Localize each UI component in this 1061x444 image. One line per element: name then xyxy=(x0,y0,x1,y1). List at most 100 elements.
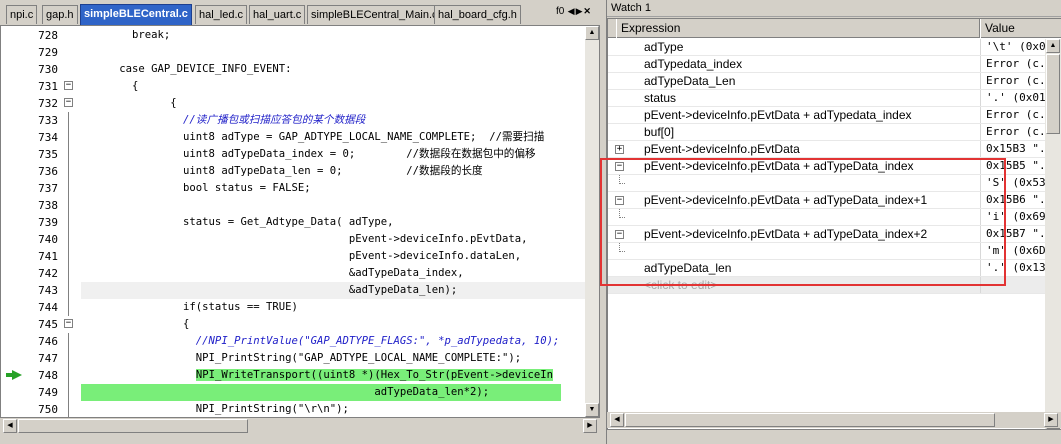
code-line[interactable]: case GAP_DEVICE_INFO_EVENT: xyxy=(81,61,291,78)
gutter-row[interactable]: 749 xyxy=(1,384,79,401)
close-tab-icon[interactable]: ✕ xyxy=(583,6,591,17)
watch-horizontal-thumb[interactable] xyxy=(625,413,995,427)
code-line[interactable]: NPI_WriteTransport((uint8 *)(Hex_To_Str(… xyxy=(81,367,553,384)
watch-grid[interactable]: Expression Value adType '\t' (0x0 adTypeda… xyxy=(607,18,1061,430)
code-line[interactable]: if(status == TRUE) xyxy=(81,299,298,316)
scroll-left-icon[interactable]: ◀ xyxy=(3,419,17,433)
code-line[interactable]: { xyxy=(81,316,189,333)
expand-icon[interactable]: + xyxy=(615,145,624,154)
gutter-row[interactable]: 741 xyxy=(1,248,79,265)
gutter-row[interactable]: 729 xyxy=(1,44,79,61)
tab-gap-h[interactable]: gap.h xyxy=(42,5,78,24)
gutter-row[interactable]: 748 xyxy=(1,367,79,384)
gutter-row[interactable]: 737 xyxy=(1,180,79,197)
editor-vertical-scrollbar[interactable]: ▲ ▼ xyxy=(585,26,599,417)
watch-scroll-right-icon[interactable]: ▶ xyxy=(1044,413,1058,427)
code-line[interactable]: &adTypeData_index, xyxy=(81,265,464,282)
watch-row[interactable]: adTypeData_len '.' (0x13 xyxy=(608,260,1061,277)
code-line[interactable]: &adTypeData_len); xyxy=(81,282,457,299)
code-line[interactable]: { xyxy=(81,95,176,112)
gutter-row[interactable]: 750 xyxy=(1,401,79,417)
code-line[interactable]: uint8 adTypeData_index = 0; //数据段在数据包中的偏… xyxy=(81,146,536,163)
gutter-row[interactable]: 738 xyxy=(1,197,79,214)
tab-scroll-left-icon[interactable]: ◀ xyxy=(567,6,575,17)
collapse-fold-icon[interactable]: − xyxy=(64,319,73,328)
function-list-button[interactable]: f0 xyxy=(556,6,564,17)
watch-value: Error (c. xyxy=(986,74,1046,87)
gutter-row[interactable]: 747 xyxy=(1,350,79,367)
code-line[interactable]: uint8 adTypeData_len = 0; //数据段的长度 xyxy=(81,163,483,180)
watch-vertical-thumb[interactable] xyxy=(1046,54,1060,134)
gutter-row[interactable]: 733 xyxy=(1,112,79,129)
collapse-fold-icon[interactable]: − xyxy=(64,81,73,90)
tab-hal-board-cfg-h[interactable]: hal_board_cfg.h xyxy=(434,5,521,24)
watch-row[interactable]: 'S' (0x53 xyxy=(608,175,1061,192)
gutter-row[interactable]: 744 xyxy=(1,299,79,316)
watch-row[interactable]: adType '\t' (0x0 xyxy=(608,39,1061,56)
gutter-row[interactable]: 735 xyxy=(1,146,79,163)
watch-row[interactable]: − pEvent->deviceInfo.pEvtData + adTypeDat… xyxy=(608,226,1061,243)
gutter-row[interactable]: 743 xyxy=(1,282,79,299)
code-line[interactable]: { xyxy=(81,78,138,95)
column-header-expression[interactable]: Expression xyxy=(616,19,980,38)
collapse-icon[interactable]: − xyxy=(615,196,624,205)
watch-row[interactable]: − pEvent->deviceInfo.pEvtData + adTypeDat… xyxy=(608,192,1061,209)
code-line[interactable]: break; xyxy=(81,27,170,44)
gutter-row[interactable]: 732− xyxy=(1,95,79,112)
code-line[interactable]: pEvent->deviceInfo.dataLen, xyxy=(81,248,521,265)
collapse-icon[interactable]: − xyxy=(615,230,624,239)
gutter-row[interactable]: 740 xyxy=(1,231,79,248)
watch-row[interactable]: − pEvent->deviceInfo.pEvtData + adTypeDat… xyxy=(608,158,1061,175)
tab-simpleblecentral-c[interactable]: simpleBLECentral.c xyxy=(80,4,192,25)
watch-row[interactable]: adTypeData_Len Error (c. xyxy=(608,73,1061,90)
watch-row[interactable]: pEvent->deviceInfo.pEvtData + adTypedata… xyxy=(608,107,1061,124)
code-view[interactable]: 728 729 730 731−732−733 734 735 736 737 738 739 74… xyxy=(0,25,600,418)
gutter-row[interactable]: 728 xyxy=(1,27,79,44)
line-number-gutter[interactable]: 728 729 730 731−732−733 734 735 736 737 738 739 74… xyxy=(1,26,79,417)
code-line[interactable]: pEvent->deviceInfo.pEvtData, xyxy=(81,231,528,248)
code-line[interactable]: NPI_PrintString("\r\n"); xyxy=(81,401,349,417)
code-line[interactable]: //NPI_PrintValue("GAP_ADTYPE_FLAGS:", *p… xyxy=(81,333,560,350)
fold-guide-line xyxy=(68,129,69,146)
gutter-row[interactable]: 746 xyxy=(1,333,79,350)
tab-hal-uart-c[interactable]: hal_uart.c xyxy=(249,5,306,24)
editor-horizontal-scrollbar[interactable]: ◀ ▶ xyxy=(0,418,600,434)
click-to-edit-placeholder[interactable]: <click to edit> xyxy=(644,277,717,294)
gutter-row[interactable]: 734 xyxy=(1,129,79,146)
collapse-fold-icon[interactable]: − xyxy=(64,98,73,107)
tab-npi-c[interactable]: npi.c xyxy=(6,5,38,24)
watch-row[interactable]: + pEvent->deviceInfo.pEvtData 0x15B3 ". xyxy=(608,141,1061,158)
tab-scroll-right-icon[interactable]: ▶ xyxy=(575,6,583,17)
code-line[interactable]: uint8 adType = GAP_ADTYPE_LOCAL_NAME_COM… xyxy=(81,129,544,146)
horizontal-scroll-thumb[interactable] xyxy=(18,419,248,433)
gutter-row[interactable]: 730 xyxy=(1,61,79,78)
watch-horizontal-scrollbar[interactable]: ◀ ▶ xyxy=(607,412,1061,428)
watch-row[interactable]: status '.' (0x01 xyxy=(608,90,1061,107)
scroll-up-icon[interactable]: ▲ xyxy=(585,26,599,40)
watch-row[interactable]: adTypedata_index Error (c. xyxy=(608,56,1061,73)
code-line[interactable]: bool status = FALSE; xyxy=(81,180,311,197)
tab-hal-led-c[interactable]: hal_led.c xyxy=(195,5,248,24)
watch-add-row[interactable]: <click to edit> xyxy=(608,277,1061,294)
column-header-value[interactable]: Value xyxy=(980,19,1061,38)
gutter-row[interactable]: 745− xyxy=(1,316,79,333)
watch-scroll-left-icon[interactable]: ◀ xyxy=(610,413,624,427)
gutter-row[interactable]: 736 xyxy=(1,163,79,180)
gutter-row[interactable]: 731− xyxy=(1,78,79,95)
scroll-right-icon[interactable]: ▶ xyxy=(583,419,597,433)
watch-row[interactable]: buf[0] Error (c. xyxy=(608,124,1061,141)
code-line[interactable]: adTypeData_len*2); xyxy=(81,384,561,401)
scroll-down-icon[interactable]: ▼ xyxy=(585,403,599,417)
watch-scroll-up-icon[interactable]: ▲ xyxy=(1046,39,1060,53)
gutter-row[interactable]: 742 xyxy=(1,265,79,282)
watch-row[interactable]: 'm' (0x6D xyxy=(608,243,1061,260)
watch-vertical-scrollbar[interactable]: ▲ ▼ xyxy=(1045,39,1061,429)
code-line[interactable]: //读广播包或扫描应答包的某个数据段 xyxy=(81,112,365,129)
code-line[interactable]: status = Get_Adtype_Data( adType, xyxy=(81,214,393,231)
collapse-icon[interactable]: − xyxy=(615,162,624,171)
watch-row[interactable]: 'i' (0x69 xyxy=(608,209,1061,226)
gutter-row[interactable]: 739 xyxy=(1,214,79,231)
code-line[interactable]: NPI_PrintString("GAP_ADTYPE_LOCAL_NAME_C… xyxy=(81,350,521,367)
code-text[interactable]: break; case GAP_DEVICE_INFO_EVENT: { { /… xyxy=(81,26,585,417)
tab-simpleblecentral-main-c[interactable]: simpleBLECentral_Main.c xyxy=(307,5,442,24)
